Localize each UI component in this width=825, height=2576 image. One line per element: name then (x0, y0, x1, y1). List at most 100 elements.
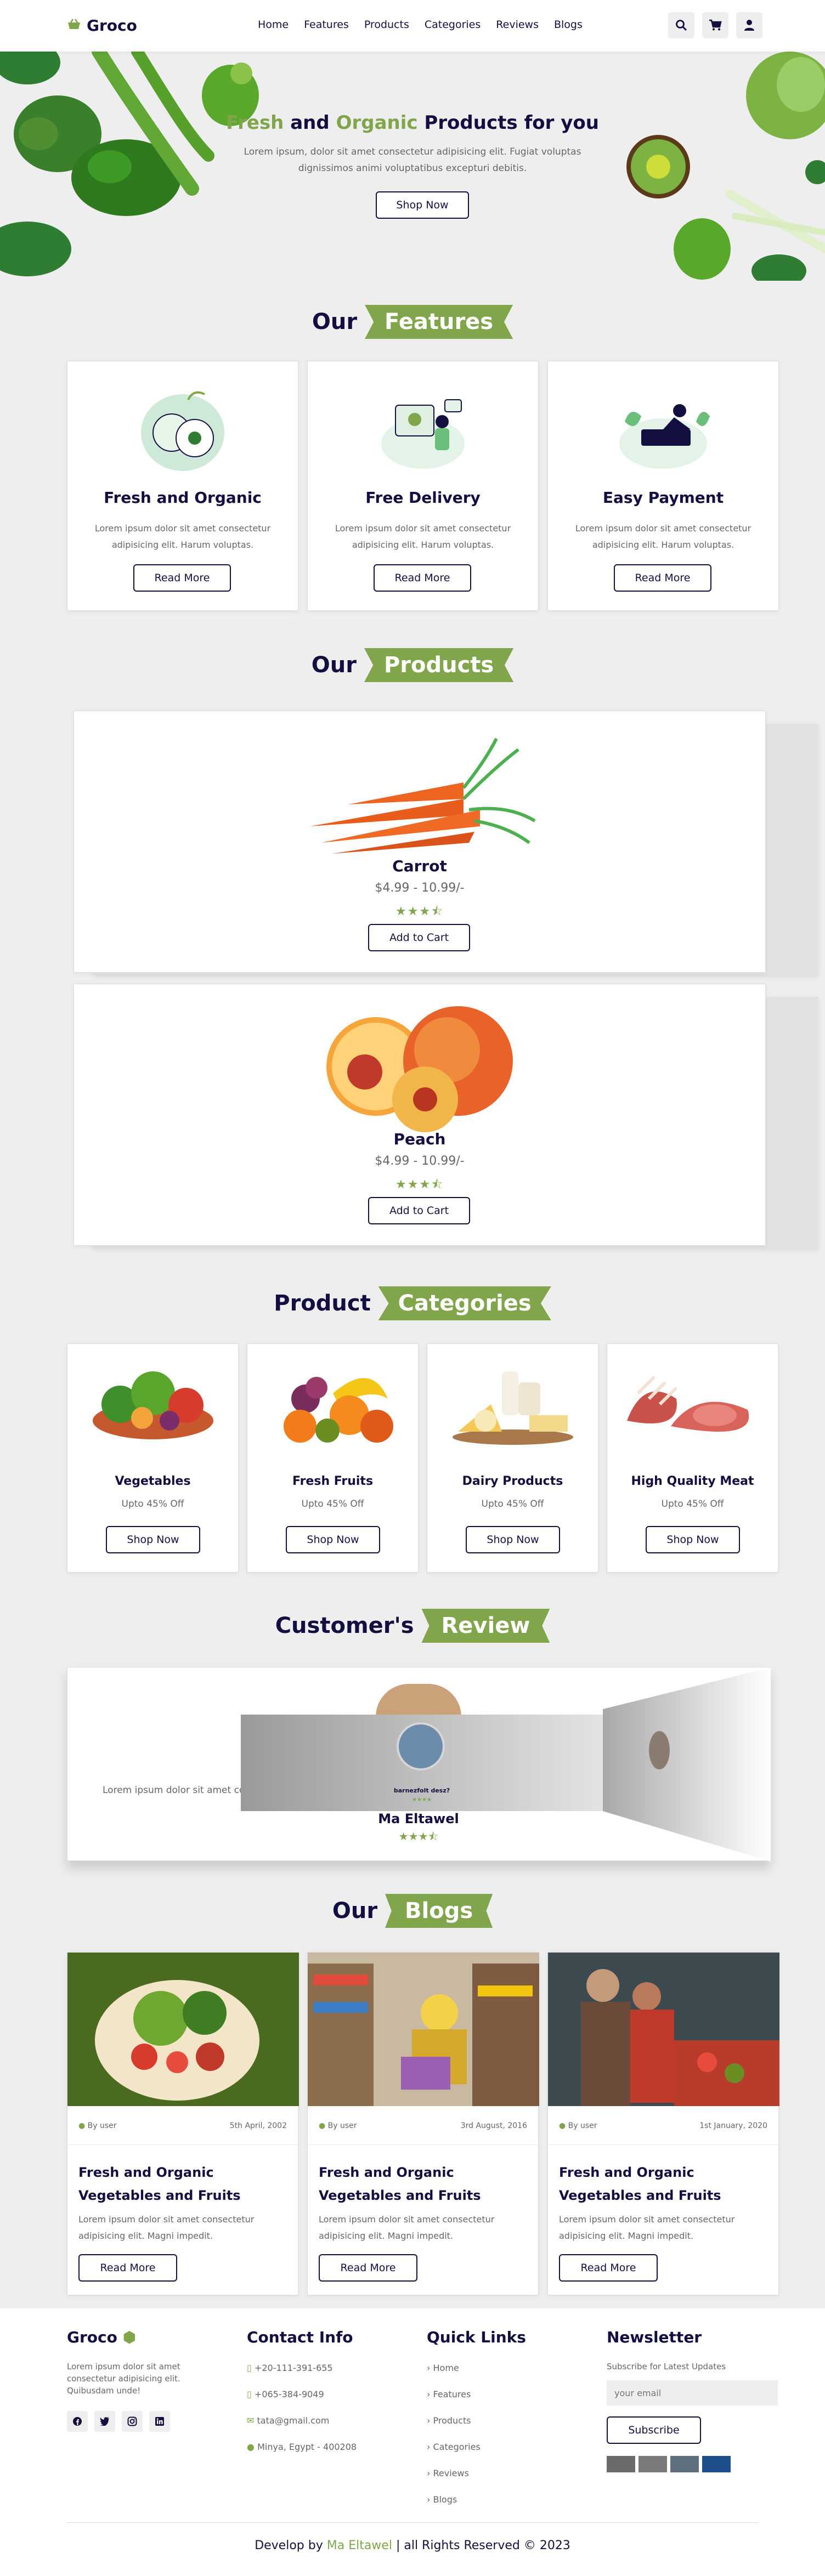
main-nav: Home Features Products Categories Review… (258, 19, 583, 31)
subscribe-button[interactable]: Subscribe (607, 2416, 701, 2444)
features-heading-plain: Our (312, 309, 358, 334)
twitter-icon[interactable] (94, 2411, 115, 2432)
search-icon[interactable] (668, 12, 694, 38)
linkedin-icon[interactable] (149, 2411, 170, 2432)
footer-link-categories-text: Categories (433, 2442, 481, 2452)
reviewer-avatar (649, 1731, 670, 1769)
hero-title-and: and (284, 112, 336, 134)
shop-now-button[interactable]: Shop Now (286, 1526, 380, 1553)
hero-section: Fresh and Organic Products for you Lorem… (0, 52, 825, 281)
contact-phone-1[interactable]: ▯ +20-111-391-655 (247, 2362, 378, 2375)
review-slide-center[interactable]: barnezfolt desz? ★★★★ (241, 1715, 603, 1811)
footer-link-blogs[interactable]: › Blogs (427, 2493, 558, 2506)
nav-categories[interactable]: Categories (425, 19, 481, 31)
meat-image (627, 1375, 749, 1432)
easy-payment-illustration (619, 404, 710, 469)
payment-methods (607, 2456, 780, 2472)
nav-features[interactable]: Features (304, 19, 349, 31)
shop-now-button[interactable]: Shop Now (466, 1526, 560, 1553)
products-heading-plain: Our (311, 652, 357, 678)
category-offer: Upto 45% Off (121, 1499, 184, 1510)
footer-link-products-text: Products (433, 2415, 471, 2426)
products-heading: Our Products (0, 648, 825, 682)
blog-date: 5th April, 2002 (229, 2121, 287, 2130)
nav-products[interactable]: Products (364, 19, 409, 31)
blog-author-text: By user (87, 2121, 117, 2130)
nav-blogs[interactable]: Blogs (554, 19, 583, 31)
reviewer-avatar (397, 1722, 445, 1771)
footer-link-reviews[interactable]: › Reviews (427, 2467, 558, 2480)
feature-card-easy-payment: Easy Payment Lorem ipsum dolor sit amet … (547, 361, 779, 611)
footer-link-features-text: Features (433, 2389, 471, 2399)
hero-title-rest: Products for you (417, 112, 599, 134)
nav-reviews[interactable]: Reviews (496, 19, 539, 31)
reviews-heading-tag: Review (421, 1609, 550, 1643)
newsletter-title: Newsletter (607, 2328, 702, 2346)
footer-link-home[interactable]: › Home (427, 2362, 558, 2375)
contact-phone-2[interactable]: ▯ +065-384-9049 (247, 2388, 378, 2401)
blog-title: Fresh and Organic Vegetables and Fruits (319, 2165, 481, 2203)
user-icon[interactable] (736, 12, 762, 38)
reviewer-avatar (376, 1684, 461, 1717)
facebook-icon[interactable] (67, 2411, 88, 2432)
footer-link-categories[interactable]: › Categories (427, 2441, 558, 2454)
category-name: Fresh Fruits (292, 1474, 374, 1488)
review-text: Lorem ipsum dolor sit amet co (103, 1785, 245, 1796)
category-name: High Quality Meat (631, 1474, 754, 1488)
chevron-right-icon: › (427, 2389, 431, 2399)
shop-now-button[interactable]: Shop Now (376, 191, 469, 219)
contact-phone-2-text: +065-384-9049 (254, 2389, 324, 2399)
read-more-button[interactable]: Read More (319, 2254, 417, 2282)
chevron-right-icon: › (427, 2442, 431, 2452)
fruits-image (284, 1377, 393, 1443)
category-offer: Upto 45% Off (661, 1499, 724, 1510)
read-more-button[interactable]: Read More (614, 564, 711, 592)
footer-link-features[interactable]: › Features (427, 2388, 558, 2401)
blog-divider (548, 2144, 778, 2145)
contact-email-text: tata@gmail.com (257, 2415, 330, 2426)
footer-brand-column: Groco ⬢ Lorem ipsum dolor sit amet conse… (67, 2328, 210, 2432)
category-name: Dairy Products (462, 1474, 563, 1488)
cart-icon[interactable] (702, 12, 728, 38)
feature-text: Lorem ipsum dolor sit amet consectetur a… (575, 523, 751, 550)
blog-date: 3rd August, 2016 (460, 2121, 527, 2130)
fresh-organic-illustration (141, 391, 224, 471)
copyright-author[interactable]: Ma Eltawel (327, 2539, 392, 2552)
blog-author: ● By user (78, 2121, 117, 2130)
reviews-heading-plain: Customer's (275, 1613, 414, 1638)
carrot-image (310, 737, 536, 854)
add-to-cart-button[interactable]: Add to Cart (368, 1197, 470, 1224)
payment-card-icon (670, 2456, 699, 2472)
contact-email[interactable]: ✉ tata@gmail.com (247, 2414, 378, 2427)
add-to-cart-button[interactable]: Add to Cart (368, 924, 470, 951)
footer-link-products[interactable]: › Products (427, 2414, 558, 2427)
user-icon: ● (319, 2121, 326, 2130)
footer-about: Lorem ipsum dolor sit amet consectetur a… (67, 2362, 180, 2396)
blog-date: 1st January, 2020 (699, 2121, 767, 2130)
product-name: Carrot (392, 857, 447, 875)
logo[interactable]: Groco (67, 16, 137, 35)
product-rating-stars: ★★★⯪ (395, 1178, 444, 1191)
vegetables-image (93, 1371, 213, 1439)
copyright: Develop by Ma Eltawel | all Rights Reser… (0, 2539, 825, 2552)
read-more-button[interactable]: Read More (374, 564, 471, 592)
envelope-icon: ✉ (247, 2415, 255, 2426)
blog-card: ● By user 5th April, 2002 Fresh and Organ… (67, 1952, 299, 2295)
blog-text: Lorem ipsum dolor sit amet consectetur a… (559, 2214, 735, 2241)
shop-now-button[interactable]: Shop Now (106, 1526, 200, 1553)
map-marker-icon: ● (247, 2442, 255, 2452)
newsletter-email-input[interactable] (607, 2380, 778, 2405)
nav-home[interactable]: Home (258, 19, 289, 31)
review-inner-name: barnezfolt desz? (393, 1787, 450, 1794)
category-card-meat: High Quality Meat Upto 45% Off Shop Now (607, 1343, 778, 1573)
read-more-button[interactable]: Read More (78, 2254, 177, 2282)
blog-divider (67, 2144, 298, 2145)
contact-phone-1-text: +20-111-391-655 (254, 2363, 333, 2373)
logo-text: Groco (87, 16, 137, 35)
instagram-icon[interactable] (122, 2411, 143, 2432)
read-more-button[interactable]: Read More (559, 2254, 658, 2282)
read-more-button[interactable]: Read More (133, 564, 231, 592)
categories-heading: Product Categories (0, 1286, 825, 1320)
shop-now-button[interactable]: Shop Now (646, 1526, 740, 1553)
blog-title: Fresh and Organic Vegetables and Fruits (78, 2165, 241, 2203)
